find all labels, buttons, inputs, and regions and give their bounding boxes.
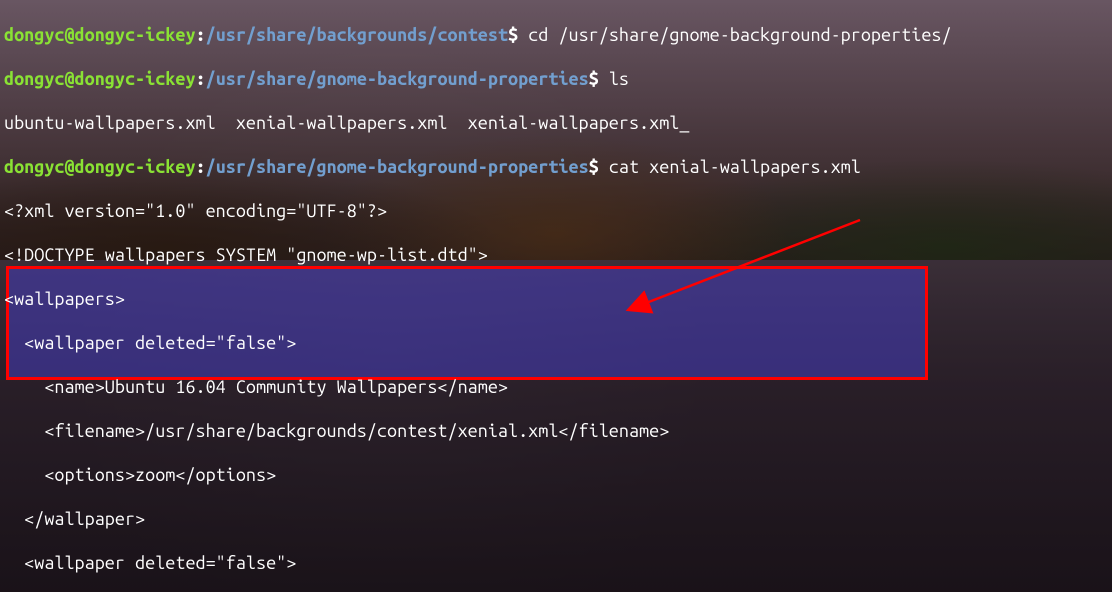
prompt-user: dongyc@dongyc-ickey: [4, 157, 196, 177]
prompt-colon: :: [196, 157, 206, 177]
prompt-colon: :: [196, 25, 206, 45]
command-ls: ls: [599, 69, 629, 89]
prompt-dollar: $: [508, 25, 518, 45]
prompt-path: /usr/share/gnome-background-properties: [206, 69, 589, 89]
prompt-user: dongyc@dongyc-ickey: [4, 25, 196, 45]
xml-line: <?xml version="1.0" encoding="UTF-8"?>: [4, 200, 1108, 222]
prompt-dollar: $: [589, 157, 599, 177]
prompt-colon: :: [196, 69, 206, 89]
prompt-dollar: $: [589, 69, 599, 89]
prompt-user: dongyc@dongyc-ickey: [4, 69, 196, 89]
xml-line: </wallpaper>: [4, 508, 1108, 530]
prompt-line-3: dongyc@dongyc-ickey:/usr/share/gnome-bac…: [4, 156, 1108, 178]
xml-line: <filename>/usr/share/backgrounds/contest…: [4, 420, 1108, 442]
xml-line: <wallpaper deleted="false">: [4, 332, 1108, 354]
command-cat: cat xenial-wallpapers.xml: [599, 157, 861, 177]
prompt-line-2: dongyc@dongyc-ickey:/usr/share/gnome-bac…: [4, 68, 1108, 90]
xml-line-highlighted: <wallpaper deleted="false">: [4, 552, 1108, 574]
prompt-path: /usr/share/gnome-background-properties: [206, 157, 589, 177]
xml-line: <wallpapers>: [4, 288, 1108, 310]
xml-line: <options>zoom</options>: [4, 464, 1108, 486]
prompt-line-1: dongyc@dongyc-ickey:/usr/share/backgroun…: [4, 24, 1108, 46]
command-cd: cd /usr/share/gnome-background-propertie…: [518, 25, 951, 45]
terminal-output[interactable]: dongyc@dongyc-ickey:/usr/share/backgroun…: [0, 0, 1112, 592]
ls-output: ubuntu-wallpapers.xml xenial-wallpapers.…: [4, 112, 1108, 134]
prompt-path: /usr/share/backgrounds/contest: [206, 25, 508, 45]
xml-line: <!DOCTYPE wallpapers SYSTEM "gnome-wp-li…: [4, 244, 1108, 266]
xml-line: <name>Ubuntu 16.04 Community Wallpapers<…: [4, 376, 1108, 398]
